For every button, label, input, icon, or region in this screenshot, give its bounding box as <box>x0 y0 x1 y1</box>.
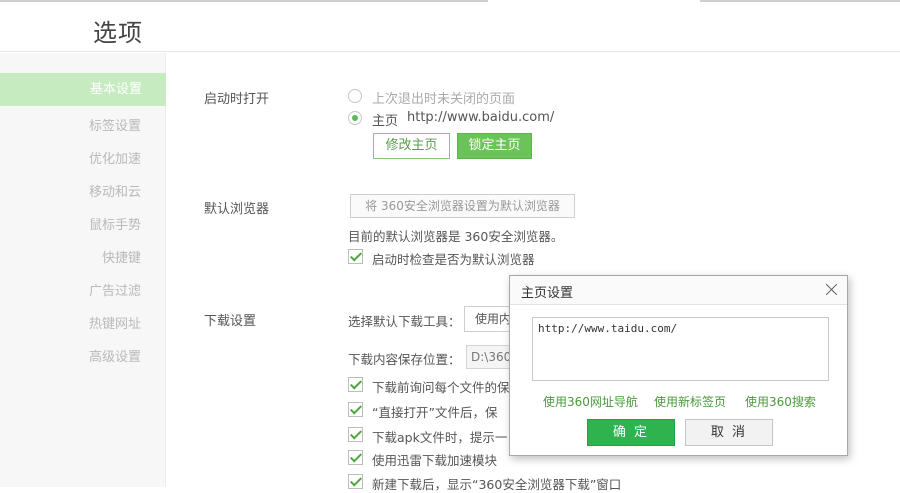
tab-strip-left <box>0 0 488 2</box>
sidebar-item-advanced[interactable]: 高级设置 <box>1 346 141 365</box>
ok-button[interactable]: 确 定 <box>587 419 675 446</box>
ask-before-download-checkbox[interactable] <box>348 377 363 392</box>
sidebar-item-shortcuts[interactable]: 快捷键 <box>1 247 141 266</box>
homepage-url-input[interactable]: http://www.taidu.com/ <box>532 317 829 381</box>
options-header: 选项 <box>0 3 900 52</box>
sidebar-item-adblock[interactable]: 广告过滤 <box>1 280 141 299</box>
ask-before-download-label: 下载前询问每个文件的保 <box>372 380 510 395</box>
startup-section-label: 启动时打开 <box>204 92 270 107</box>
direct-open-label: “直接打开”文件后，保 <box>372 405 498 420</box>
dialog-header: 主页设置 <box>510 276 847 305</box>
sidebar-item-hotkey-url[interactable]: 热键网址 <box>1 313 141 332</box>
option-last-session-label: 上次退出时未关闭的页面 <box>372 92 516 107</box>
close-icon[interactable] <box>825 282 839 296</box>
dialog-title: 主页设置 <box>521 286 574 301</box>
download-section-label: 下载设置 <box>204 314 257 329</box>
sidebar-item-mobile-cloud[interactable]: 移动和云 <box>1 181 141 200</box>
sidebar-item-tabs[interactable]: 标签设置 <box>1 115 141 134</box>
show-download-window-label: 新建下载后，显示“360安全浏览器下载”窗口 <box>372 477 622 492</box>
sidebar-item-mouse-gesture[interactable]: 鼠标手势 <box>1 214 141 233</box>
lock-homepage-button[interactable]: 锁定主页 <box>457 133 532 159</box>
apk-prompt-checkbox[interactable] <box>348 427 363 442</box>
sidebar-item-basic[interactable]: 基本设置 <box>0 73 166 106</box>
use-360-nav-link[interactable]: 使用360网址导航 <box>543 393 638 410</box>
radio-homepage[interactable] <box>348 111 362 125</box>
cancel-button[interactable]: 取 消 <box>685 419 773 446</box>
download-path-label: 下载内容保存位置： <box>348 352 461 367</box>
tab-strip-right <box>700 0 900 2</box>
xunlei-accel-label: 使用迅雷下载加速模块 <box>372 453 498 468</box>
option-homepage-label: 主页 <box>372 114 399 129</box>
sidebar-item-optimize[interactable]: 优化加速 <box>1 148 141 167</box>
apk-prompt-label: 下载apk文件时，提示一 <box>372 430 508 445</box>
download-tool-label: 选择默认下载工具： <box>348 314 461 329</box>
set-default-browser-button[interactable]: 将 360安全浏览器设置为默认浏览器 <box>350 194 575 218</box>
use-360-search-link[interactable]: 使用360搜索 <box>745 393 816 410</box>
options-sidebar: 基本设置 标签设置 优化加速 移动和云 鼠标手势 快捷键 广告过滤 热键网址 高… <box>0 53 166 487</box>
homepage-url: http://www.baidu.com/ <box>407 110 555 125</box>
check-default-on-start-label: 启动时检查是否为默认浏览器 <box>372 252 535 267</box>
page-title: 选项 <box>93 19 143 47</box>
xunlei-accel-checkbox[interactable] <box>348 450 363 465</box>
default-browser-section-label: 默认浏览器 <box>204 202 270 217</box>
direct-open-checkbox[interactable] <box>348 402 363 417</box>
check-default-on-start-checkbox[interactable] <box>348 249 363 264</box>
use-new-tab-link[interactable]: 使用新标签页 <box>654 393 726 410</box>
radio-last-session[interactable] <box>348 89 362 103</box>
edit-homepage-button[interactable]: 修改主页 <box>373 133 450 159</box>
homepage-settings-dialog: 主页设置 http://www.taidu.com/ 使用360网址导航 使用新… <box>509 275 848 456</box>
default-browser-status: 目前的默认浏览器是 360安全浏览器。 <box>348 229 564 244</box>
